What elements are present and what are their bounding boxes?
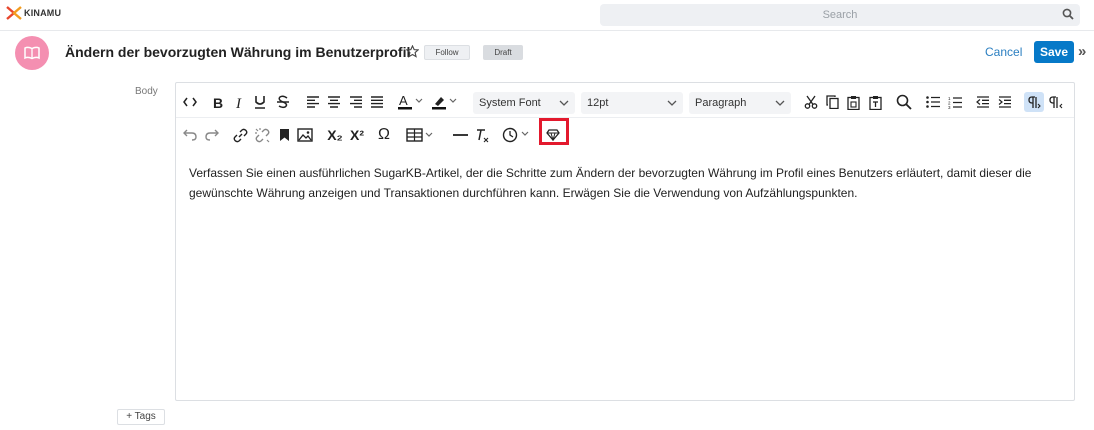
superscript-button[interactable]: X² — [347, 125, 367, 145]
logo-text: KINAMU — [24, 8, 62, 18]
svg-text:B: B — [213, 96, 223, 109]
chevron-down-icon — [667, 100, 677, 106]
align-left-icon[interactable] — [305, 92, 321, 112]
svg-text:I: I — [235, 96, 242, 109]
align-center-icon[interactable] — [326, 92, 342, 112]
paste-text-icon[interactable] — [867, 92, 883, 112]
logo-icon — [6, 6, 22, 20]
paste-icon[interactable] — [845, 92, 861, 112]
subscript-label: X₂ — [327, 127, 343, 143]
bullet-list-icon[interactable] — [925, 92, 941, 112]
redo-icon[interactable] — [204, 125, 220, 145]
clear-formatting-icon — [476, 128, 488, 142]
outdent-icon[interactable] — [975, 92, 991, 112]
follow-button[interactable]: Follow — [424, 45, 470, 60]
chevron-down-icon — [559, 100, 569, 106]
omega-label: Ω — [378, 126, 390, 143]
body-field-label: Body — [135, 86, 158, 97]
highlight-color-icon[interactable] — [432, 92, 460, 112]
bookmark-icon[interactable] — [277, 125, 291, 145]
expand-panel-icon[interactable]: » — [1078, 43, 1086, 60]
cancel-button[interactable]: Cancel — [985, 45, 1022, 59]
save-button[interactable]: Save — [1034, 41, 1074, 63]
rich-text-editor: B I A System Font 12pt Paragraph 1 2 3 X… — [175, 82, 1075, 401]
align-right-icon[interactable] — [348, 92, 364, 112]
table-icon[interactable] — [406, 125, 436, 145]
superscript-label: X² — [350, 127, 364, 143]
font-family-select[interactable]: System Font — [473, 92, 575, 114]
italic-icon[interactable]: I — [232, 92, 248, 112]
logo[interactable]: KINAMU — [6, 6, 61, 20]
font-size-value: 12pt — [587, 97, 609, 109]
toolbar-row-2: X₂ X² Ω — [176, 117, 1074, 151]
special-character-button[interactable]: Ω — [375, 125, 393, 145]
search-icon[interactable] — [1062, 8, 1074, 20]
undo-icon[interactable] — [182, 125, 198, 145]
search-input[interactable]: Search — [600, 4, 1080, 26]
image-icon[interactable] — [296, 125, 314, 145]
search-placeholder: Search — [822, 9, 858, 21]
editor-content[interactable]: Verfassen Sie einen ausführlichen SugarK… — [189, 163, 1065, 203]
font-family-value: System Font — [479, 97, 541, 109]
indent-icon[interactable] — [997, 92, 1013, 112]
strikethrough-icon[interactable] — [275, 92, 291, 112]
numbered-list-icon[interactable]: 123 — [947, 92, 963, 112]
font-size-select[interactable]: 12pt — [581, 92, 683, 114]
top-divider — [0, 30, 1094, 31]
cut-icon[interactable] — [803, 92, 819, 112]
chevron-down-icon — [775, 100, 785, 106]
top-bar: KINAMU Search — [0, 0, 1094, 30]
svg-text:3: 3 — [948, 105, 951, 109]
bold-icon[interactable]: B — [210, 92, 226, 112]
unlink-icon[interactable] — [254, 125, 270, 145]
toolbar-row-1: B I A System Font 12pt Paragraph 1 2 3 — [176, 85, 1074, 119]
clear-formatting-button[interactable] — [473, 125, 491, 145]
highlight-box — [539, 118, 569, 145]
underline-icon[interactable] — [252, 92, 268, 112]
book-icon — [24, 46, 40, 60]
page-title: Ändern der bevorzugten Währung im Benutz… — [65, 44, 411, 60]
subscript-button[interactable]: X₂ — [325, 125, 345, 145]
add-tags-button[interactable]: + Tags — [117, 409, 165, 425]
find-icon[interactable] — [895, 92, 913, 112]
link-icon[interactable] — [232, 125, 248, 145]
status-badge: Draft — [483, 45, 523, 60]
svg-text:A: A — [399, 94, 408, 108]
module-avatar — [15, 36, 49, 70]
rtl-icon[interactable] — [1048, 92, 1064, 112]
text-color-icon[interactable]: A — [398, 92, 426, 112]
code-icon[interactable] — [182, 92, 198, 112]
horizontal-rule-icon[interactable] — [452, 125, 468, 145]
copy-icon[interactable] — [824, 92, 840, 112]
align-justify-icon[interactable] — [369, 92, 385, 112]
clock-icon[interactable] — [502, 125, 532, 145]
block-format-value: Paragraph — [695, 97, 747, 109]
block-format-select[interactable]: Paragraph — [689, 92, 791, 114]
ltr-icon[interactable] — [1024, 92, 1044, 112]
star-icon[interactable] — [406, 45, 419, 58]
